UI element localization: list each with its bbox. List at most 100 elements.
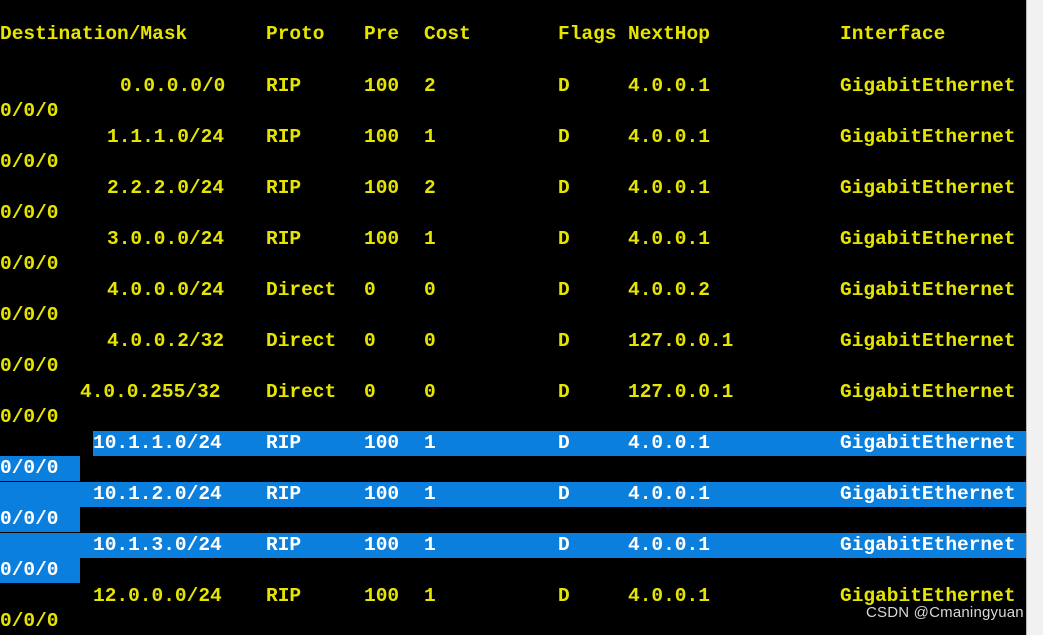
csdn-watermark: CSDN @Cmaningyuan [866,604,1024,621]
route-cost: 1 [424,534,436,556]
route-proto: RIP [266,228,302,250]
route-proto: RIP [266,585,302,607]
route-flags: D [558,75,570,97]
route-interface: GigabitEthernet [840,177,1016,199]
route-nexthop: 4.0.0.1 [628,585,710,607]
route-proto: RIP [266,177,302,199]
route-interface-wrapped: 0/0/0 [0,559,59,581]
route-pre: 0 [364,381,376,403]
route-interface: GigabitEthernet [840,75,1016,97]
route-flags: D [558,279,570,301]
route-cost: 0 [424,330,436,352]
route-interface: GigabitEthernet [840,534,1016,556]
table-row[interactable]: 10.1.2.0/24 RIP 100 1 D 4.0.0.1 GigabitEtherne… [0,482,1026,507]
route-interface-wrapped: 0/0/0 [0,304,59,326]
route-interface: GigabitEthernet [840,126,1016,148]
route-interface: GigabitEthernet [840,279,1016,301]
route-interface: GigabitEthernet [840,432,1016,454]
route-nexthop: 4.0.0.2 [628,279,710,301]
route-flags: D [558,126,570,148]
route-pre: 100 [364,432,400,454]
route-destination: 2.2.2.0/24 [107,177,225,199]
route-nexthop: 4.0.0.1 [628,534,710,556]
route-destination: 10.1.3.0/24 [93,534,222,556]
route-cost: 1 [424,228,436,250]
route-flags: D [558,585,570,607]
route-proto: Direct [266,381,337,403]
route-interface-wrapped: 0/0/0 [0,508,59,530]
table-row[interactable]: 2.2.2.0/24 RIP 100 2 D 4.0.0.1 GigabitEthernet [0,176,1026,201]
route-pre: 0 [364,330,376,352]
route-destination: 10.1.1.0/24 [93,432,222,454]
table-row[interactable]: 4.0.0.2/32 Direct 0 0 D 127.0.0.1 GigabitEther… [0,329,1026,354]
route-interface-wrapped: 0/0/0 [0,202,59,224]
route-proto: RIP [266,126,302,148]
route-proto: RIP [266,483,302,505]
table-row[interactable]: 10.1.3.0/24 RIP 100 1 D 4.0.0.1 GigabitEtherne… [0,533,1026,558]
route-destination: 10.1.2.0/24 [93,483,222,505]
route-flags: D [558,228,570,250]
route-destination: 3.0.0.0/24 [107,228,225,250]
route-interface-wrapped: 0/0/0 [0,151,59,173]
table-row[interactable]: 10.1.1.0/24 RIP 100 1 D 4.0.0.1 GigabitEtherne… [0,431,1026,456]
route-pre: 100 [364,177,400,199]
route-cost: 0 [424,381,436,403]
column-header-nexthop: NextHop [628,23,710,45]
route-proto: RIP [266,432,302,454]
route-pre: 100 [364,75,400,97]
route-destination: 12.0.0.0/24 [93,585,222,607]
route-nexthop: 4.0.0.1 [628,228,710,250]
route-nexthop: 4.0.0.1 [628,177,710,199]
table-row[interactable]: 1.1.1.0/24 RIP 100 1 D 4.0.0.1 GigabitEthernet [0,125,1026,150]
route-destination: 0.0.0.0/0 [120,75,226,97]
route-pre: 0 [364,279,376,301]
route-proto: RIP [266,75,302,97]
route-pre: 100 [364,228,400,250]
route-destination: 4.0.0.2/32 [107,330,225,352]
table-row[interactable]: 0.0.0.0/0 RIP 100 2 D 4.0.0.1 GigabitEthernet [0,74,1026,99]
table-row[interactable]: 4.0.0.0/24 Direct 0 0 D 4.0.0.2 GigabitEtherne… [0,278,1026,303]
route-flags: D [558,330,570,352]
route-interface-wrapped: 0/0/0 [0,406,59,428]
column-header-interface: Interface [840,23,946,45]
table-row[interactable]: 4.0.0.255/32 Direct 0 0 D 127.0.0.1 GigabitEth… [0,380,1026,405]
routing-table-header: Destination/Mask Proto Pre Cost Flags Ne… [0,22,1026,47]
route-cost: 1 [424,126,436,148]
route-destination: 4.0.0.0/24 [107,279,225,301]
route-nexthop: 4.0.0.1 [628,432,710,454]
route-pre: 100 [364,585,400,607]
route-pre: 100 [364,534,400,556]
route-interface-wrapped: 0/0/0 [0,100,59,122]
route-cost: 2 [424,75,436,97]
table-row[interactable]: 3.0.0.0/24 RIP 100 1 D 4.0.0.1 GigabitEthernet [0,227,1026,252]
route-proto: Direct [266,330,337,352]
route-proto: RIP [266,534,302,556]
route-interface: GigabitEthernet [840,330,1016,352]
route-flags: D [558,534,570,556]
route-interface-wrapped: 0/0/0 [0,610,59,632]
console-output-area[interactable]: Destination/Mask Proto Pre Cost Flags Ne… [0,0,1026,635]
column-header-proto: Proto [266,23,325,45]
column-header-destination-mask: Destination/Mask [0,23,188,45]
column-header-flags: Flags [558,23,617,45]
route-interface: GigabitEthernet [840,381,1016,403]
page-gutter-strip [1026,0,1043,635]
route-interface-wrapped: 0/0/0 [0,457,59,479]
route-cost: 0 [424,279,436,301]
route-cost: 1 [424,483,436,505]
route-proto: Direct [266,279,337,301]
route-nexthop: 127.0.0.1 [628,330,734,352]
route-flags: D [558,177,570,199]
route-pre: 100 [364,126,400,148]
route-destination: 4.0.0.255/32 [80,381,221,403]
route-nexthop: 127.0.0.1 [628,381,734,403]
route-nexthop: 4.0.0.1 [628,483,710,505]
route-flags: D [558,381,570,403]
column-header-pre: Pre [364,23,400,45]
route-flags: D [558,483,570,505]
terminal-window[interactable]: Destination/Mask Proto Pre Cost Flags Ne… [0,0,1043,635]
route-interface: GigabitEthernet [840,483,1016,505]
route-flags: D [558,432,570,454]
route-interface-wrapped: 0/0/0 [0,253,59,275]
route-destination: 1.1.1.0/24 [107,126,225,148]
